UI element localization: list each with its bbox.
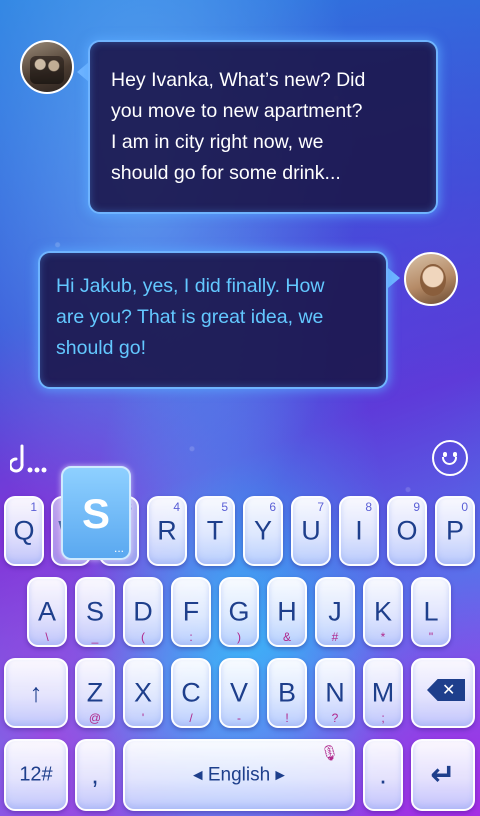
shift-key[interactable]: ↑ — [4, 658, 68, 728]
backspace-icon — [427, 679, 465, 701]
key-f[interactable]: F: — [171, 577, 211, 647]
key-o-label: O — [396, 515, 418, 546]
key-c-label: C — [181, 677, 201, 708]
key-s-symbol: _ — [91, 630, 99, 644]
key-x-symbol: ' — [141, 711, 145, 725]
key-z-label: Z — [86, 677, 104, 708]
emoji-icon[interactable] — [432, 440, 468, 476]
key-h-label: H — [277, 596, 297, 627]
key-l-symbol: " — [428, 630, 434, 644]
key-b-symbol: ! — [285, 711, 289, 725]
enter-key[interactable]: ↵ — [411, 739, 475, 811]
bubble-tail-right — [388, 268, 400, 288]
comma-key-label: , — [91, 759, 99, 790]
key-m[interactable]: M; — [363, 658, 403, 728]
key-m-label: M — [371, 677, 395, 708]
key-o[interactable]: 9O — [387, 496, 427, 566]
key-y-label: Y — [253, 515, 272, 546]
key-d[interactable]: D( — [123, 577, 163, 647]
sent-message-text: Hi Jakub, yes, I did finally. How are yo… — [56, 275, 325, 359]
key-i[interactable]: 8I — [339, 496, 379, 566]
key-l-label: L — [423, 596, 439, 627]
emoji-mouth — [442, 457, 457, 465]
delete-key[interactable] — [411, 658, 475, 728]
comma-key[interactable]: , — [75, 739, 115, 811]
shift-arrow-icon: ↑ — [29, 677, 43, 708]
key-r[interactable]: 4R — [147, 496, 187, 566]
key-q-sub: 1 — [30, 500, 37, 514]
key-z-symbol: @ — [88, 711, 102, 725]
key-b-label: B — [277, 677, 296, 708]
key-n-label: N — [325, 677, 345, 708]
key-d-symbol: ( — [141, 630, 145, 644]
key-preview-more: ... — [113, 541, 124, 555]
key-u-label: U — [301, 515, 321, 546]
key-x-label: X — [133, 677, 152, 708]
key-v[interactable]: V- — [219, 658, 259, 728]
key-j-symbol: # — [331, 630, 339, 644]
key-k-label: K — [373, 596, 392, 627]
numbers-key-label: 12# — [19, 763, 53, 786]
key-s[interactable]: S _ — [75, 577, 115, 647]
key-p-sub: 0 — [461, 500, 468, 514]
key-a-symbol: \ — [45, 630, 49, 644]
key-v-symbol: - — [237, 711, 241, 725]
key-j[interactable]: J # — [315, 577, 355, 647]
contact-avatar[interactable] — [20, 40, 74, 94]
key-c[interactable]: C / — [171, 658, 211, 728]
space-language-label: ◂ English ▸ — [193, 764, 285, 786]
key-s-label: S — [85, 596, 104, 627]
key-h[interactable]: H & — [267, 577, 307, 647]
key-p[interactable]: 0P — [435, 496, 475, 566]
key-d-label: D — [133, 596, 153, 627]
key-h-symbol: & — [282, 630, 291, 644]
period-key-label: . — [379, 759, 387, 790]
key-y[interactable]: 6Y — [243, 496, 283, 566]
enter-icon: ↵ — [430, 758, 456, 792]
numbers-key[interactable]: 12# — [4, 739, 68, 811]
key-n[interactable]: N? — [315, 658, 355, 728]
key-u-sub: 7 — [317, 500, 324, 514]
key-x[interactable]: X ' — [123, 658, 163, 728]
key-g[interactable]: G) — [219, 577, 259, 647]
key-g-label: G — [228, 596, 250, 627]
key-l[interactable]: L " — [411, 577, 451, 647]
microphone-icon: 🎙 — [319, 745, 339, 762]
key-u[interactable]: 7U — [291, 496, 331, 566]
user-avatar[interactable] — [404, 252, 458, 306]
key-preview-label: S — [81, 490, 110, 537]
key-n-symbol: ? — [331, 711, 339, 725]
key-t[interactable]: 5T — [195, 496, 235, 566]
key-a[interactable]: A \ — [27, 577, 67, 647]
key-k[interactable]: K * — [363, 577, 403, 647]
key-i-label: I — [355, 515, 363, 546]
key-p-label: P — [445, 515, 464, 546]
key-b[interactable]: B! — [267, 658, 307, 728]
key-t-label: T — [206, 515, 224, 546]
key-q[interactable]: 1Q — [4, 496, 44, 566]
key-c-symbol: / — [189, 711, 193, 725]
key-q-label: Q — [13, 515, 35, 546]
key-z[interactable]: Z @ — [75, 658, 115, 728]
key-f-label: F — [182, 596, 200, 627]
key-v-label: V — [229, 677, 248, 708]
key-g-symbol: ) — [237, 630, 241, 644]
space-key[interactable]: 🎙 ◂ English ▸ — [123, 739, 355, 811]
key-r-label: R — [157, 515, 177, 546]
key-r-sub: 4 — [173, 500, 180, 514]
key-i-sub: 8 — [365, 500, 372, 514]
received-message-text: Hey Ivanka, What’s new? Did you move to … — [111, 69, 366, 184]
key-a-label: A — [37, 596, 56, 627]
key-o-sub: 9 — [413, 500, 420, 514]
key-m-symbol: ; — [381, 711, 385, 725]
key-k-symbol: * — [380, 630, 386, 644]
key-t-sub: 5 — [221, 500, 228, 514]
period-key[interactable]: . — [363, 739, 403, 811]
key-f-symbol: : — [189, 630, 193, 644]
keyboard-logo-icon[interactable] — [10, 440, 50, 476]
key-preview-popup: S ... — [61, 466, 131, 560]
key-j-label: J — [328, 596, 342, 627]
key-y-sub: 6 — [269, 500, 276, 514]
